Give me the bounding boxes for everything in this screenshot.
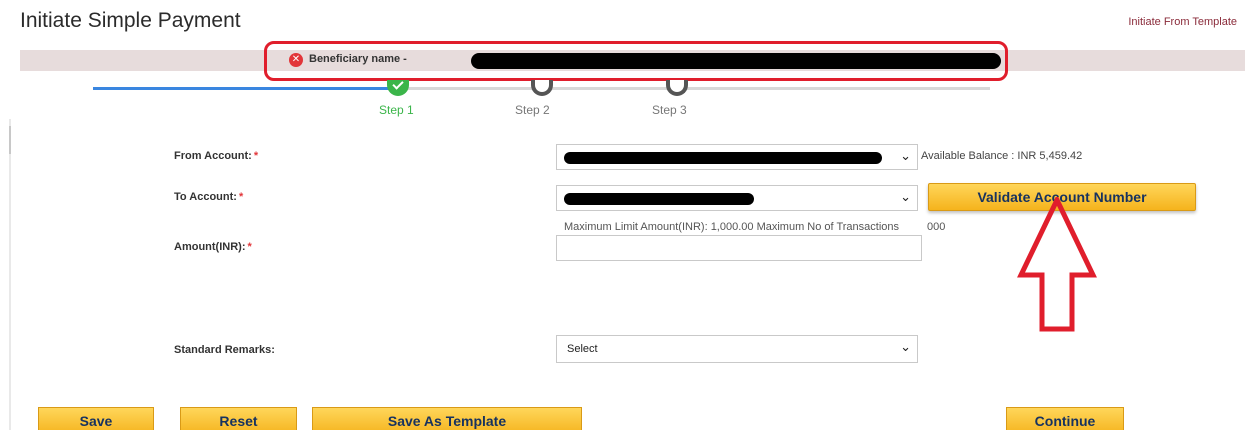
amount-input[interactable] xyxy=(556,235,922,261)
step-1-check-icon xyxy=(387,78,409,96)
step-2-indicator xyxy=(531,80,553,96)
step-2-label: Step 2 xyxy=(515,103,550,117)
save-button[interactable]: Save xyxy=(38,407,154,430)
annotation-highlight-box xyxy=(264,41,1008,81)
step-3-label: Step 3 xyxy=(652,103,687,117)
page-title: Initiate Simple Payment xyxy=(20,9,241,32)
available-balance: Available Balance : INR 5,459.42 xyxy=(921,150,1083,162)
left-divider xyxy=(9,119,11,430)
to-account-label: To Account: * xyxy=(174,191,244,203)
to-account-select[interactable]: ⌄ xyxy=(556,185,918,211)
standard-remarks-select[interactable]: Select ⌄ xyxy=(556,335,918,363)
annotation-arrow-icon xyxy=(1017,197,1097,332)
progress-fill xyxy=(93,87,398,90)
redacted-account xyxy=(564,193,754,205)
standard-remarks-label: Standard Remarks: xyxy=(174,344,275,356)
left-divider-marker xyxy=(9,126,11,154)
step-3-indicator xyxy=(666,80,688,96)
standard-remarks-value: Select xyxy=(567,343,598,355)
limit-info: Maximum Limit Amount(INR): 1,000.00 Maxi… xyxy=(564,221,946,233)
redacted-account xyxy=(564,152,882,164)
from-account-select[interactable]: ⌄ xyxy=(556,144,918,170)
chevron-down-icon: ⌄ xyxy=(900,190,911,205)
continue-button[interactable]: Continue xyxy=(1006,407,1124,430)
amount-label: Amount(INR): * xyxy=(174,241,252,253)
from-account-label: From Account: * xyxy=(174,150,259,162)
save-as-template-button[interactable]: Save As Template xyxy=(312,407,582,430)
chevron-down-icon: ⌄ xyxy=(900,340,911,355)
reset-button[interactable]: Reset xyxy=(180,407,297,430)
step-1-label: Step 1 xyxy=(379,103,414,117)
chevron-down-icon: ⌄ xyxy=(900,149,911,164)
initiate-from-template-link[interactable]: Initiate From Template xyxy=(1128,16,1237,28)
